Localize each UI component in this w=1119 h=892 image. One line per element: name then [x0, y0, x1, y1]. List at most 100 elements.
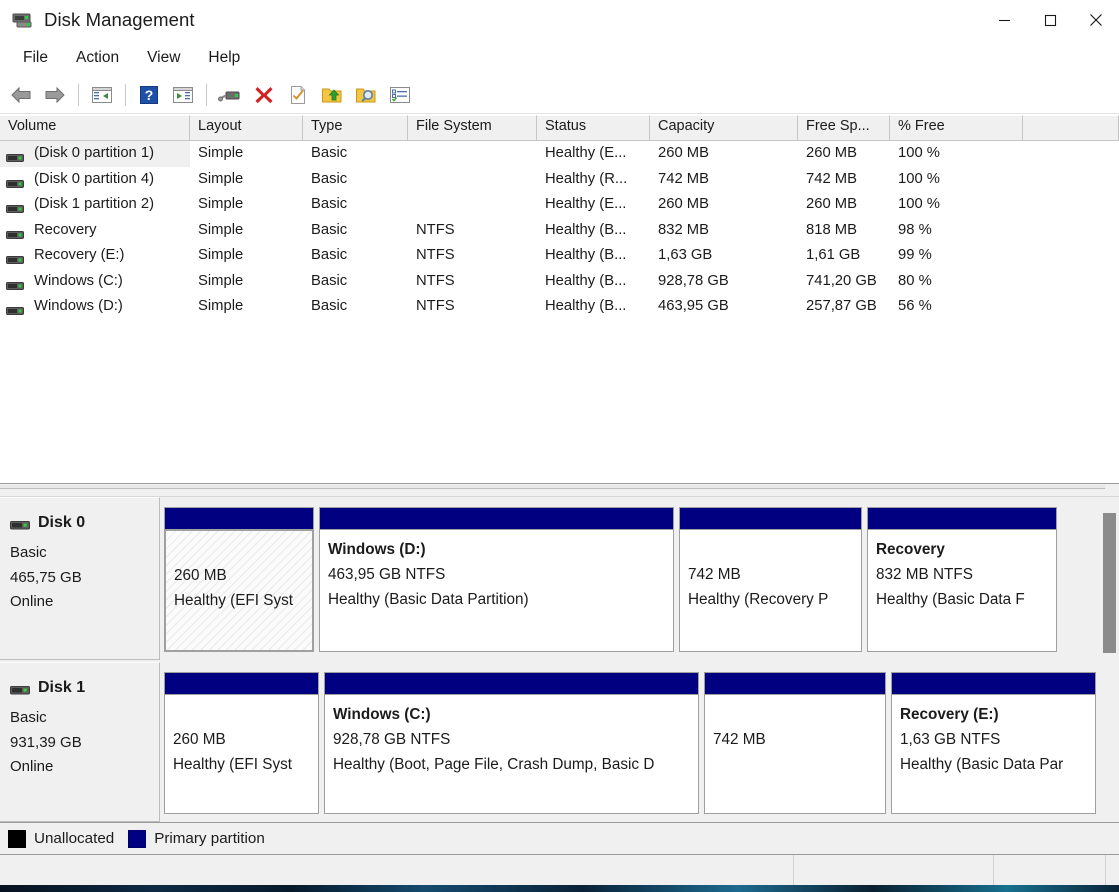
table-row[interactable]: (Disk 0 partition 1) Simple Basic Healthy (… [0, 141, 1119, 167]
partition-details: 742 MB [704, 694, 886, 814]
table-row[interactable]: Recovery (E:) Simple Basic NTFS Healthy (B..… [0, 243, 1119, 269]
file-system-cell [408, 167, 537, 193]
disk-info-disk-1[interactable]: Disk 1 Basic 931,39 GB Online [0, 662, 160, 822]
layout-cell: Simple [198, 272, 244, 289]
properties-icon[interactable] [283, 80, 313, 110]
menu-file[interactable]: File [10, 46, 61, 70]
show-hide-action-pane-icon[interactable] [168, 80, 198, 110]
volume-name: (Disk 1 partition 2) [34, 196, 155, 212]
show-hide-console-items-icon[interactable] [385, 80, 415, 110]
splitter-bar [0, 485, 1105, 489]
table-row[interactable]: (Disk 0 partition 4) Simple Basic Healthy (… [0, 167, 1119, 193]
free-space-cell: 742 MB [806, 170, 857, 187]
partition-strip: 260 MB Healthy (EFI Syst Windows (D:) 463,9… [160, 497, 1080, 660]
partition-size: 832 MB NTFS [876, 566, 973, 583]
type-cell: Basic [311, 170, 348, 187]
capacity-cell: 742 MB [658, 170, 709, 187]
table-row[interactable]: Windows (D:) Simple Basic NTFS Healthy (B...… [0, 294, 1119, 320]
volume-name: Recovery (E:) [34, 247, 125, 263]
capacity-cell: 260 MB [658, 145, 709, 161]
partition-block[interactable]: Windows (C:) 928,78 GB NTFS Healthy (Boot,… [324, 672, 699, 814]
legend-item: Unallocated [8, 829, 114, 848]
layout-cell: Simple [198, 196, 244, 212]
free-space-cell: 260 MB [806, 145, 857, 161]
partition-block[interactable]: 742 MB [704, 672, 886, 814]
volume-name: (Disk 0 partition 1) [34, 145, 155, 161]
minimize-button[interactable] [981, 0, 1027, 40]
table-row[interactable]: (Disk 1 partition 2) Simple Basic Healthy (… [0, 192, 1119, 218]
volume-icon [6, 148, 24, 163]
partition-block[interactable]: Recovery 832 MB NTFS Healthy (Basic Data F [867, 507, 1057, 652]
disk-row[interactable]: Disk 1 Basic 931,39 GB Online 260 MB Healthy … [0, 662, 1100, 822]
title-bar: Disk Management [0, 0, 1119, 40]
percent-free-cell: 100 % [898, 145, 940, 161]
volume-icon [6, 301, 24, 316]
connect-to-another-computer-icon[interactable] [215, 80, 245, 110]
desktop-wallpaper-sliver [0, 885, 1119, 892]
menu-action[interactable]: Action [63, 46, 132, 70]
partition-block[interactable]: 742 MB Healthy (Recovery P [679, 507, 862, 652]
layout-cell: Simple [198, 170, 244, 187]
table-row[interactable]: Windows (C:) Simple Basic NTFS Healthy (B...… [0, 269, 1119, 295]
close-button[interactable] [1073, 0, 1119, 40]
partition-color-bar [164, 672, 319, 694]
menu-help[interactable]: Help [195, 46, 253, 70]
capacity-cell: 260 MB [658, 196, 709, 212]
partition-block[interactable]: 260 MB Healthy (EFI Syst [164, 672, 319, 814]
disk-management-window: Disk Management File Action View Help ? … [0, 0, 1119, 892]
maximize-button[interactable] [1027, 0, 1073, 40]
partition-details: 742 MB Healthy (Recovery P [679, 529, 862, 652]
partition-block[interactable]: Windows (D:) 463,95 GB NTFS Healthy (Basic… [319, 507, 674, 652]
disk-info-disk-0[interactable]: Disk 0 Basic 465,75 GB Online [0, 497, 160, 660]
menu-view[interactable]: View [134, 46, 193, 70]
layout-cell: Simple [198, 247, 244, 263]
window-title: Disk Management [44, 9, 195, 30]
column-header-file-system[interactable]: File System [408, 115, 537, 141]
column-header-blank[interactable] [1023, 115, 1119, 141]
disk-size: 465,75 GB [10, 568, 82, 586]
file-system-cell: NTFS [416, 247, 455, 263]
show-hide-console-tree-icon[interactable] [87, 80, 117, 110]
free-space-cell: 260 MB [806, 196, 857, 212]
disk-drive-icon [10, 683, 30, 694]
partition-label-spacer [713, 703, 885, 728]
separator-2 [125, 83, 126, 106]
disk-name: Disk 0 [38, 514, 86, 531]
volume-name: Windows (C:) [34, 272, 123, 289]
export-list-icon[interactable] [317, 80, 347, 110]
panel-splitter[interactable] [0, 483, 1119, 497]
graphical-view-scrollbar[interactable] [1102, 503, 1117, 803]
capacity-cell: 832 MB [658, 221, 709, 238]
partition-status: Healthy (Basic Data Partition) [328, 590, 529, 608]
scrollbar-thumb[interactable] [1103, 513, 1116, 653]
find-icon[interactable] [351, 80, 381, 110]
partition-label-spacer [688, 538, 861, 563]
disk-row[interactable]: Disk 0 Basic 465,75 GB Online 260 MB Healthy … [0, 497, 1080, 660]
column-header-type[interactable]: Type [303, 115, 408, 141]
status-bar [0, 854, 1119, 886]
help-icon[interactable]: ? [134, 80, 164, 110]
file-system-cell: NTFS [416, 298, 455, 314]
forward-icon[interactable] [40, 80, 70, 110]
column-header-free[interactable]: % Free [890, 115, 1023, 141]
partition-block[interactable]: Recovery (E:) 1,63 GB NTFS Healthy (Basic … [891, 672, 1096, 814]
status-segment-2 [793, 855, 993, 886]
disk-status: Online [10, 758, 54, 775]
column-header-free-sp[interactable]: Free Sp... [798, 115, 890, 141]
file-system-cell: NTFS [416, 221, 455, 238]
delete-icon[interactable] [249, 80, 279, 110]
table-row[interactable]: Recovery Simple Basic NTFS Healthy (B... 832 … [0, 218, 1119, 244]
column-header-capacity[interactable]: Capacity [650, 115, 798, 141]
volume-cell: Recovery (E:) [0, 243, 190, 269]
partition-block[interactable]: 260 MB Healthy (EFI Syst [164, 507, 314, 652]
partition-color-bar [704, 672, 886, 694]
column-header-layout[interactable]: Layout [190, 115, 303, 141]
status-cell: Healthy (E... [545, 196, 627, 212]
volume-name: Windows (D:) [34, 298, 123, 314]
disk-type: Basic [10, 544, 47, 561]
back-icon[interactable] [6, 80, 36, 110]
column-header-volume[interactable]: Volume [0, 115, 190, 141]
partition-color-bar [324, 672, 699, 694]
column-header-status[interactable]: Status [537, 115, 650, 141]
partition-color-bar [679, 507, 862, 529]
